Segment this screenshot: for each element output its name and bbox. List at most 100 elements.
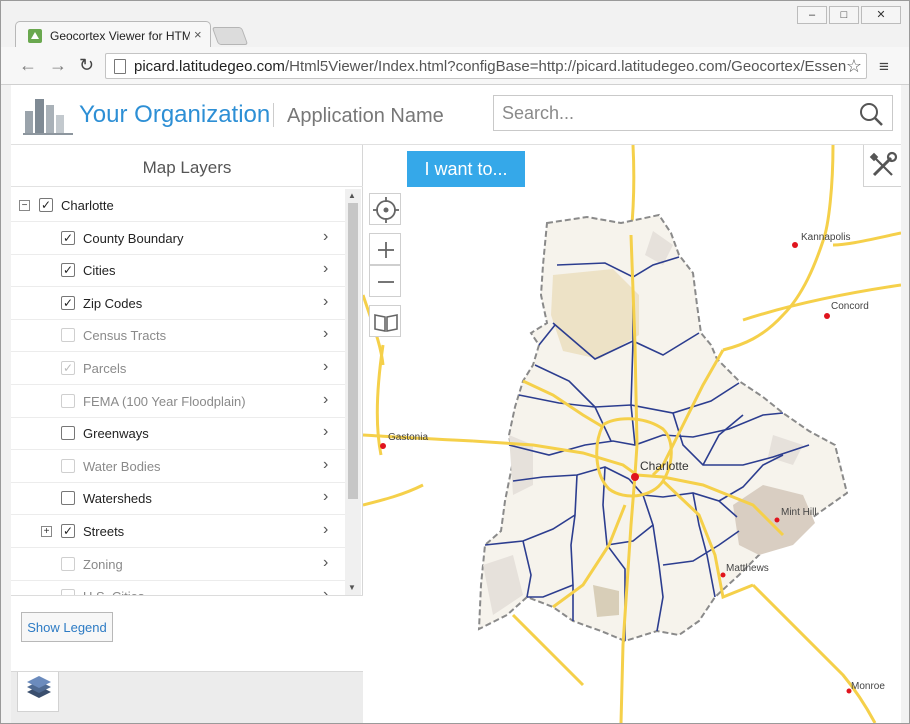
i-want-to-button[interactable]: I want to... <box>407 151 525 187</box>
window-controls: – □ ✕ <box>795 6 901 24</box>
zoom-out-button[interactable] <box>369 265 401 297</box>
concord-label: Concord <box>831 301 869 312</box>
layer-checkbox[interactable] <box>61 491 75 506</box>
layer-list-scrollbar[interactable]: ▲ ▼ <box>345 189 361 595</box>
layer-details-chevron-icon[interactable]: › <box>323 391 328 409</box>
bookmarks-button[interactable] <box>369 305 401 337</box>
kannapolis-marker-icon[interactable] <box>792 242 798 248</box>
layer-checkbox[interactable]: ✓ <box>61 524 75 538</box>
layer-row[interactable]: ✓ County Boundary › <box>11 222 345 255</box>
layer-list: − ✓ Charlotte ✓ County Boundary › ✓ Cities › ✓ Zip… <box>11 189 345 595</box>
layer-checkbox[interactable] <box>61 458 75 473</box>
address-bar[interactable]: picard.latitudegeo.com/Html5Viewer/Index… <box>105 53 867 79</box>
scroll-thumb[interactable] <box>348 203 358 499</box>
layer-details-chevron-icon[interactable]: › <box>323 488 328 506</box>
layer-checkbox[interactable] <box>61 426 75 441</box>
forward-icon[interactable]: → <box>49 55 67 76</box>
layer-row[interactable]: ✓ Zip Codes › <box>11 287 345 320</box>
layer-row[interactable]: Watersheds › <box>11 482 345 516</box>
kannapolis-label: Kannapolis <box>801 232 850 243</box>
layer-details-chevron-icon[interactable]: › <box>323 358 328 376</box>
panel-header: Map Layers <box>11 145 363 187</box>
geocortex-favicon-icon <box>28 29 42 43</box>
layer-details-chevron-icon[interactable]: › <box>323 293 328 311</box>
locate-button[interactable] <box>369 193 401 225</box>
url-text[interactable]: picard.latitudegeo.com/Html5Viewer/Index… <box>134 58 846 75</box>
browser-window: Geocortex Viewer for HTML5 × – □ ✕ ← → ↻… <box>0 0 910 724</box>
layer-details-chevron-icon[interactable]: › <box>323 260 328 278</box>
gastonia-marker-icon[interactable] <box>380 443 386 449</box>
zoom-in-button[interactable] <box>369 233 401 265</box>
map-view[interactable]: Kannapolis Concord Gastonia Charlotte Mi… <box>363 145 901 723</box>
layer-checkbox[interactable]: ✓ <box>39 198 53 212</box>
layer-row[interactable]: FEMA (100 Year Floodplain) › <box>11 385 345 418</box>
app-header: Your Organization Application Name <box>11 85 901 145</box>
tab-title: Geocortex Viewer for HTML5 <box>50 29 190 43</box>
layer-label: Zoning <box>83 556 123 572</box>
expand-icon[interactable]: + <box>41 526 52 537</box>
layer-row[interactable]: ✓ Parcels › <box>11 352 345 385</box>
layer-row[interactable]: + ✓ Streets › <box>11 515 345 548</box>
search-box[interactable] <box>493 95 893 131</box>
layer-label: FEMA (100 Year Floodplain) <box>83 393 246 409</box>
matthews-marker-icon[interactable] <box>720 572 726 578</box>
browser-tab[interactable]: Geocortex Viewer for HTML5 × <box>15 21 211 49</box>
layer-row[interactable]: Zoning › <box>11 548 345 581</box>
layer-row[interactable]: U.S. Cities› <box>11 580 345 595</box>
layer-details-chevron-icon[interactable]: › <box>323 554 328 572</box>
tab-close-icon[interactable]: × <box>194 27 202 42</box>
layer-label: Streets <box>83 524 125 539</box>
back-icon[interactable]: ← <box>19 55 37 76</box>
close-window-button[interactable]: ✕ <box>861 6 901 24</box>
layer-row[interactable]: Greenways › <box>11 417 345 451</box>
layer-checkbox[interactable] <box>61 393 75 408</box>
bookmark-star-icon[interactable]: ☆ <box>846 56 862 77</box>
reload-icon[interactable]: ↻ <box>79 55 94 76</box>
charlotte-marker-icon[interactable] <box>631 473 639 481</box>
header-divider <box>273 103 274 127</box>
layer-checkbox[interactable]: ✓ <box>61 263 75 278</box>
minimize-button[interactable]: – <box>797 6 827 24</box>
mint-hill-marker-icon[interactable] <box>774 517 780 523</box>
tools-button[interactable] <box>863 145 901 187</box>
collapse-icon[interactable]: − <box>19 200 30 211</box>
layer-checkbox[interactable]: ✓ <box>61 361 75 375</box>
new-tab-button[interactable] <box>211 27 249 45</box>
layer-details-chevron-icon[interactable]: › <box>323 325 328 343</box>
url-host: picard.latitudegeo.com <box>134 58 285 75</box>
panel-footer: Show Legend <box>11 595 363 671</box>
organization-name: Your Organization <box>79 101 271 128</box>
scroll-up-icon[interactable]: ▲ <box>348 191 356 200</box>
url-path: /Html5Viewer/Index.html?configBase=http:… <box>284 58 846 75</box>
scroll-down-icon[interactable]: ▼ <box>348 583 356 592</box>
layer-details-chevron-icon[interactable]: › <box>323 521 328 539</box>
layer-checkbox[interactable] <box>61 556 75 571</box>
crosshair-icon <box>373 197 399 223</box>
layer-row[interactable]: ✓ Cities › <box>11 254 345 288</box>
layer-label: County Boundary <box>83 230 184 246</box>
layer-details-chevron-icon[interactable]: › <box>323 586 328 595</box>
concord-marker-icon[interactable] <box>824 313 830 319</box>
tab-strip: Geocortex Viewer for HTML5 × – □ ✕ <box>1 1 909 49</box>
organization-logo-icon <box>23 99 73 135</box>
search-input[interactable] <box>502 102 842 124</box>
layer-row[interactable]: Water Bodies › <box>11 450 345 483</box>
layer-checkbox[interactable]: ✓ <box>61 295 75 310</box>
maximize-button[interactable]: □ <box>829 6 859 24</box>
layer-details-chevron-icon[interactable]: › <box>323 423 328 441</box>
application-name: Application Name <box>287 105 444 127</box>
layer-checkbox[interactable] <box>61 328 75 343</box>
browser-menu-icon[interactable]: ≡ <box>879 57 889 77</box>
layer-details-chevron-icon[interactable]: › <box>323 228 328 246</box>
layer-label: Watersheds <box>83 491 152 507</box>
map-canvas[interactable]: Kannapolis Concord Gastonia Charlotte Mi… <box>363 145 901 723</box>
layer-label: Census Tracts <box>83 328 167 344</box>
layer-checkbox[interactable]: ✓ <box>61 230 75 245</box>
show-legend-button[interactable]: Show Legend <box>21 612 113 642</box>
search-icon[interactable] <box>858 101 884 127</box>
layer-row[interactable]: Census Tracts › <box>11 319 345 353</box>
layer-row[interactable]: − ✓ Charlotte <box>11 189 345 222</box>
mint-hill-label: Mint Hill <box>781 507 817 518</box>
layer-details-chevron-icon[interactable]: › <box>323 456 328 474</box>
layers-tab-button[interactable] <box>17 672 59 712</box>
